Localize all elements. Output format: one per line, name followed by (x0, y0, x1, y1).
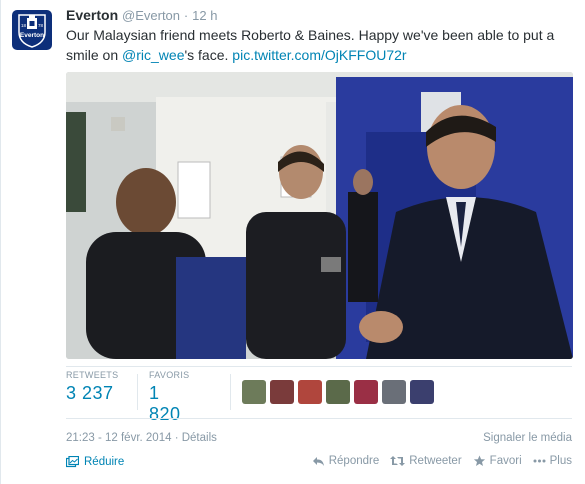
header-separator: · (183, 8, 189, 23)
tweet-text: Our Malaysian friend meets Roberto & Bai… (66, 25, 576, 65)
stat-divider (230, 374, 231, 410)
author-name[interactable]: Everton (66, 7, 118, 23)
favorite-button[interactable]: Favori (473, 455, 522, 467)
user-avatar-3[interactable] (298, 380, 322, 404)
retweets-label: RETWEETS (66, 370, 119, 380)
divider-bottom (66, 418, 572, 419)
retweet-label: Retweeter (409, 455, 462, 467)
retweets-count[interactable]: 3 237 (66, 383, 118, 404)
retweets-stat[interactable]: RETWEETS 3 237 (66, 370, 118, 404)
more-button[interactable]: Plus (533, 455, 572, 467)
details-link[interactable]: Détails (182, 432, 217, 444)
user-avatar-1[interactable] (242, 380, 266, 404)
tweet-text-after: 's face. (184, 47, 233, 63)
favorite-label: Favori (489, 455, 522, 467)
svg-text:18: 18 (21, 23, 27, 28)
author-handle[interactable]: @Everton (122, 8, 180, 23)
tweet-meta: 21:23 - 12 févr. 2014 · Détails (66, 432, 217, 444)
tweet-timestamp[interactable]: 21:23 - 12 févr. 2014 (66, 432, 172, 444)
reply-label: Répondre (328, 455, 380, 467)
tweet-photo[interactable] (66, 72, 573, 359)
divider-top (66, 366, 572, 367)
photo-illustration (66, 72, 573, 359)
more-label: Plus (549, 455, 572, 467)
reply-button[interactable]: Répondre (312, 455, 380, 467)
media-icon (66, 456, 79, 468)
everton-avatar[interactable]: 18 78 Everton (12, 10, 52, 50)
collapse-label: Réduire (84, 456, 125, 468)
everton-crest-icon: 18 78 Everton (18, 14, 46, 48)
more-dots-icon (533, 459, 546, 463)
favorites-stat[interactable]: FAVORIS 1 820 (149, 370, 189, 425)
tweet-card: 18 78 Everton Everton @Everton · 12 h Ou… (0, 0, 585, 484)
media-link[interactable]: pic.twitter.com/OjKFFOU72r (232, 47, 406, 63)
meta-separator: · (171, 432, 182, 444)
tweet-header: Everton @Everton · 12 h (66, 7, 217, 23)
svg-text:78: 78 (38, 23, 44, 28)
mention-link[interactable]: @ric_wee (122, 47, 184, 63)
favoriters-list (242, 380, 434, 404)
user-avatar-5[interactable] (354, 380, 378, 404)
stat-divider (137, 374, 138, 410)
user-avatar-7[interactable] (410, 380, 434, 404)
retweet-icon (390, 456, 406, 466)
report-media-link[interactable]: Signaler le média (483, 432, 572, 444)
tweet-actions: Répondre Retweeter Favori Plus (312, 455, 572, 467)
star-icon (473, 455, 485, 466)
user-avatar-2[interactable] (270, 380, 294, 404)
user-avatar-6[interactable] (382, 380, 406, 404)
reply-icon (312, 457, 324, 466)
svg-text:Everton: Everton (20, 32, 44, 39)
favorites-label: FAVORIS (149, 370, 190, 380)
collapse-action[interactable]: Réduire (66, 456, 124, 468)
retweet-button[interactable]: Retweeter (390, 455, 462, 467)
user-avatar-4[interactable] (326, 380, 350, 404)
tweet-time[interactable]: 12 h (192, 8, 217, 23)
